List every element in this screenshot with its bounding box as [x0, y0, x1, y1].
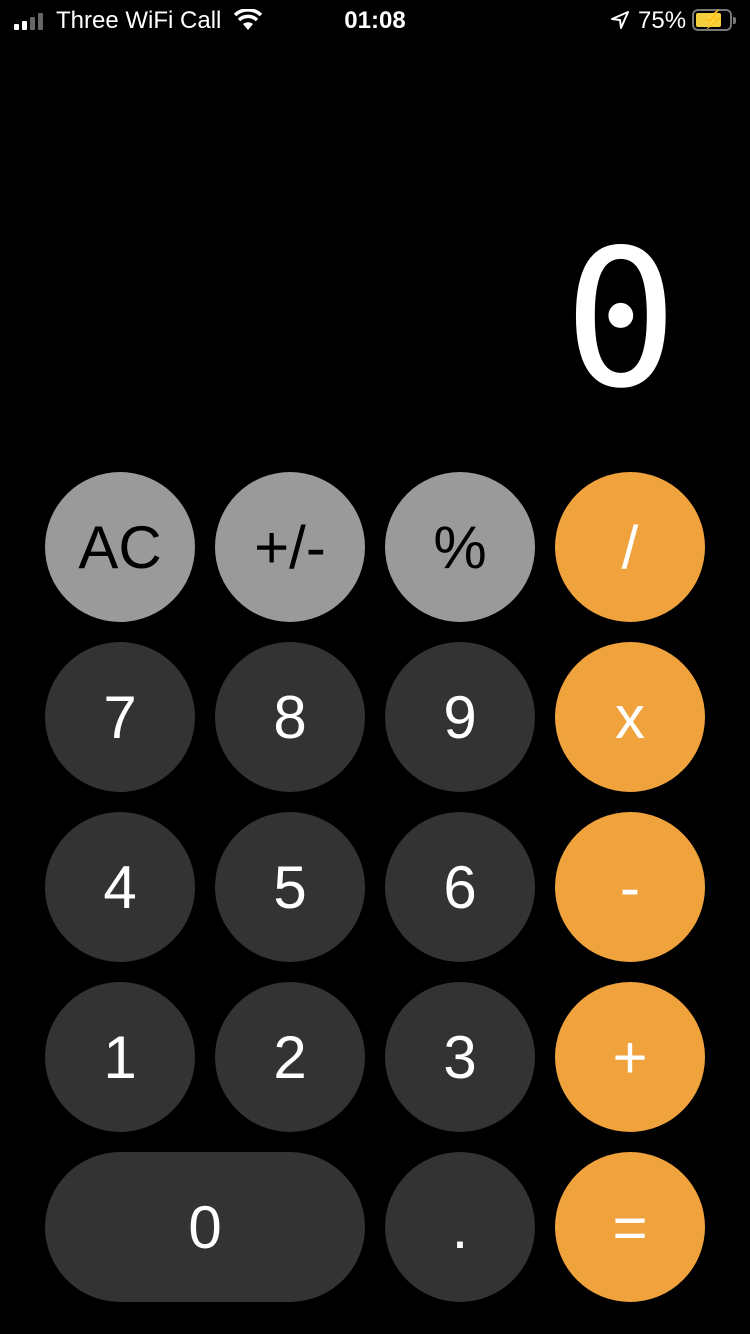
location-arrow-icon — [611, 11, 629, 29]
digit-0-button[interactable]: 0 — [45, 1152, 365, 1302]
toggle-sign-button[interactable]: +/- — [215, 472, 365, 622]
digit-9-button[interactable]: 9 — [385, 642, 535, 792]
subtract-button[interactable]: - — [555, 812, 705, 962]
battery-charging-icon: ⚡ — [692, 9, 736, 31]
digit-7-button[interactable]: 7 — [45, 642, 195, 792]
digit-8-button[interactable]: 8 — [215, 642, 365, 792]
digit-1-button[interactable]: 1 — [45, 982, 195, 1132]
decimal-button[interactable]: . — [385, 1152, 535, 1302]
digit-6-button[interactable]: 6 — [385, 812, 535, 962]
digit-4-button[interactable]: 4 — [45, 812, 195, 962]
divide-button[interactable]: / — [555, 472, 705, 622]
digit-3-button[interactable]: 3 — [385, 982, 535, 1132]
percent-button[interactable]: % — [385, 472, 535, 622]
result-display: 0 — [563, 209, 678, 430]
digit-2-button[interactable]: 2 — [215, 982, 365, 1132]
battery-percent: 75% — [638, 7, 687, 34]
multiply-button[interactable]: x — [555, 642, 705, 792]
equals-button[interactable]: = — [555, 1152, 705, 1302]
add-button[interactable]: + — [555, 982, 705, 1132]
clear-button[interactable]: AC — [45, 472, 195, 622]
status-bar: Three WiFi Call 01:08 75% ⚡ — [0, 0, 750, 42]
digit-5-button[interactable]: 5 — [215, 812, 365, 962]
